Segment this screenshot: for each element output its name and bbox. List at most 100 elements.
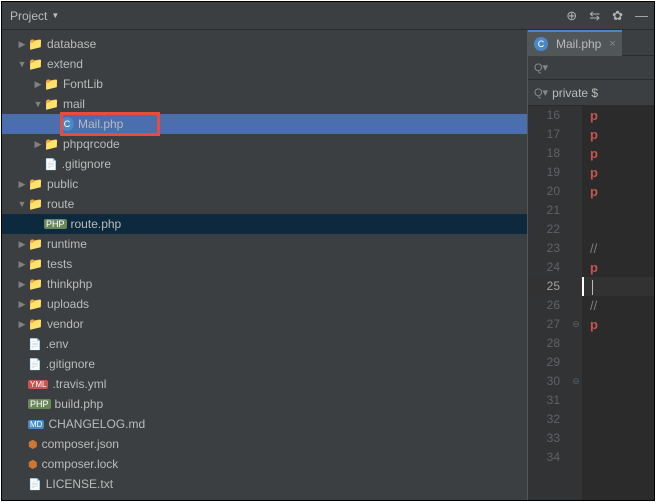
code-line[interactable]: p xyxy=(582,125,654,144)
expand-arrow-icon[interactable] xyxy=(16,199,28,209)
tree-item-label: route.php xyxy=(71,217,122,231)
line-number: 25 xyxy=(528,277,560,296)
fold-marker xyxy=(570,106,582,125)
toolbar: Project ▼ ⊕ ⇆ ✿ — xyxy=(2,2,654,30)
tree-item-tests[interactable]: 📁tests xyxy=(2,254,527,274)
json-icon: ⬢ xyxy=(28,458,38,471)
expand-arrow-icon[interactable] xyxy=(16,319,28,330)
code-line[interactable]: p xyxy=(582,163,654,182)
tree-item-uploads[interactable]: 📁uploads xyxy=(2,294,527,314)
tree-item-thinkphp[interactable]: 📁thinkphp xyxy=(2,274,527,294)
code-area[interactable]: 16171819202122232425262728293031323334 ⊖… xyxy=(528,106,654,500)
folder-icon: 📁 xyxy=(28,277,43,291)
code-line[interactable]: p xyxy=(582,144,654,163)
collapse-icon[interactable]: ⇆ xyxy=(589,8,600,24)
expand-arrow-icon[interactable] xyxy=(16,179,28,190)
code-line[interactable] xyxy=(582,429,654,448)
line-number: 23 xyxy=(528,239,560,258)
code-line[interactable]: p xyxy=(582,315,654,334)
code-line[interactable] xyxy=(582,353,654,372)
expand-arrow-icon[interactable] xyxy=(16,39,28,50)
search-bar[interactable]: Q▾ xyxy=(528,56,654,80)
code-line[interactable]: p xyxy=(582,258,654,277)
line-number: 21 xyxy=(528,201,560,220)
yml-icon: YML xyxy=(28,380,48,389)
close-icon[interactable]: × xyxy=(609,38,615,50)
tree-item-mail[interactable]: 📁mail xyxy=(2,94,527,114)
tab-mail-php[interactable]: C Mail.php × xyxy=(528,30,622,56)
project-label: Project xyxy=(10,9,47,23)
code-line[interactable] xyxy=(582,372,654,391)
tree-item-label: mail xyxy=(63,97,85,111)
tree-item-CHANGELOG-md[interactable]: MDCHANGELOG.md xyxy=(2,414,527,434)
line-number: 22 xyxy=(528,220,560,239)
expand-arrow-icon[interactable] xyxy=(16,239,28,250)
expand-arrow-icon[interactable] xyxy=(32,79,44,90)
code-line[interactable]: // xyxy=(582,296,654,315)
tree-item-runtime[interactable]: 📁runtime xyxy=(2,234,527,254)
fold-marker[interactable]: ⊖ xyxy=(570,315,582,334)
tree-item-route-php[interactable]: PHP route.php xyxy=(2,214,527,234)
project-dropdown[interactable]: Project ▼ xyxy=(2,9,59,23)
php-icon: PHP xyxy=(44,219,67,229)
expand-arrow-icon[interactable] xyxy=(16,59,28,69)
code-line[interactable] xyxy=(582,201,654,220)
code-content[interactable]: ppppp//p//p xyxy=(582,106,654,500)
project-tree[interactable]: 📁database📁extend📁FontLib📁mailCMail.php📁p… xyxy=(2,30,527,500)
code-line[interactable]: p xyxy=(582,106,654,125)
minimize-icon[interactable]: — xyxy=(635,8,648,23)
fold-marker xyxy=(570,391,582,410)
tree-item-route[interactable]: 📁route xyxy=(2,194,527,214)
expand-arrow-icon[interactable] xyxy=(16,259,28,270)
tree-item--travis-yml[interactable]: YML.travis.yml xyxy=(2,374,527,394)
tree-item--gitignore[interactable]: 📄.gitignore xyxy=(2,354,527,374)
tree-item-label: .env xyxy=(46,337,69,351)
tree-item-label: composer.lock xyxy=(42,457,119,471)
tree-item-extend[interactable]: 📁extend xyxy=(2,54,527,74)
gear-icon[interactable]: ✿ xyxy=(612,8,623,24)
line-number: 32 xyxy=(528,410,560,429)
tree-item-label: FontLib xyxy=(63,77,103,91)
tree-item--gitignore[interactable]: 📄.gitignore xyxy=(2,154,527,174)
tree-item-LICENSE-txt[interactable]: 📄LICENSE.txt xyxy=(2,474,527,494)
line-number: 17 xyxy=(528,125,560,144)
tree-item-public[interactable]: 📁public xyxy=(2,174,527,194)
fold-marker[interactable]: ⊖ xyxy=(570,372,582,391)
code-line[interactable] xyxy=(582,391,654,410)
tree-item-phpqrcode[interactable]: 📁phpqrcode xyxy=(2,134,527,154)
expand-arrow-icon[interactable] xyxy=(32,139,44,150)
expand-arrow-icon[interactable] xyxy=(16,279,28,290)
expand-arrow-icon[interactable] xyxy=(32,99,44,109)
folder-icon: 📁 xyxy=(28,177,43,191)
tree-item-FontLib[interactable]: 📁FontLib xyxy=(2,74,527,94)
tree-item--env[interactable]: 📄.env xyxy=(2,334,527,354)
tree-item-Mail-php[interactable]: CMail.php xyxy=(2,114,527,134)
editor-panel: C Mail.php × Q▾ Q▾ private $ 16171819202… xyxy=(527,30,654,500)
tree-item-composer-json[interactable]: ⬢composer.json xyxy=(2,434,527,454)
line-number: 18 xyxy=(528,144,560,163)
code-line[interactable]: p xyxy=(582,182,654,201)
code-line[interactable] xyxy=(582,410,654,429)
code-line[interactable] xyxy=(582,220,654,239)
code-line[interactable] xyxy=(582,334,654,353)
search-term-bar[interactable]: Q▾ private $ xyxy=(528,80,654,106)
tree-item-label: build.php xyxy=(55,397,104,411)
tree-item-composer-lock[interactable]: ⬢ composer.lock xyxy=(2,454,527,474)
php-icon: PHP xyxy=(28,399,51,409)
fold-marker xyxy=(570,258,582,277)
code-line[interactable]: // xyxy=(582,239,654,258)
fold-marker xyxy=(570,163,582,182)
fold-marker xyxy=(570,448,582,467)
fold-marker xyxy=(570,220,582,239)
folder-icon: 📁 xyxy=(28,297,43,311)
tree-item-vendor[interactable]: 📁vendor xyxy=(2,314,527,334)
tree-item-database[interactable]: 📁database xyxy=(2,34,527,54)
expand-arrow-icon[interactable] xyxy=(16,299,28,310)
code-line[interactable] xyxy=(582,448,654,467)
tree-item-label: route xyxy=(47,197,74,211)
folder-icon: 📁 xyxy=(44,137,59,151)
tree-item-build-php[interactable]: PHP build.php xyxy=(2,394,527,414)
target-icon[interactable]: ⊕ xyxy=(566,8,577,24)
code-line[interactable] xyxy=(582,277,654,296)
tree-item-label: extend xyxy=(47,57,83,71)
